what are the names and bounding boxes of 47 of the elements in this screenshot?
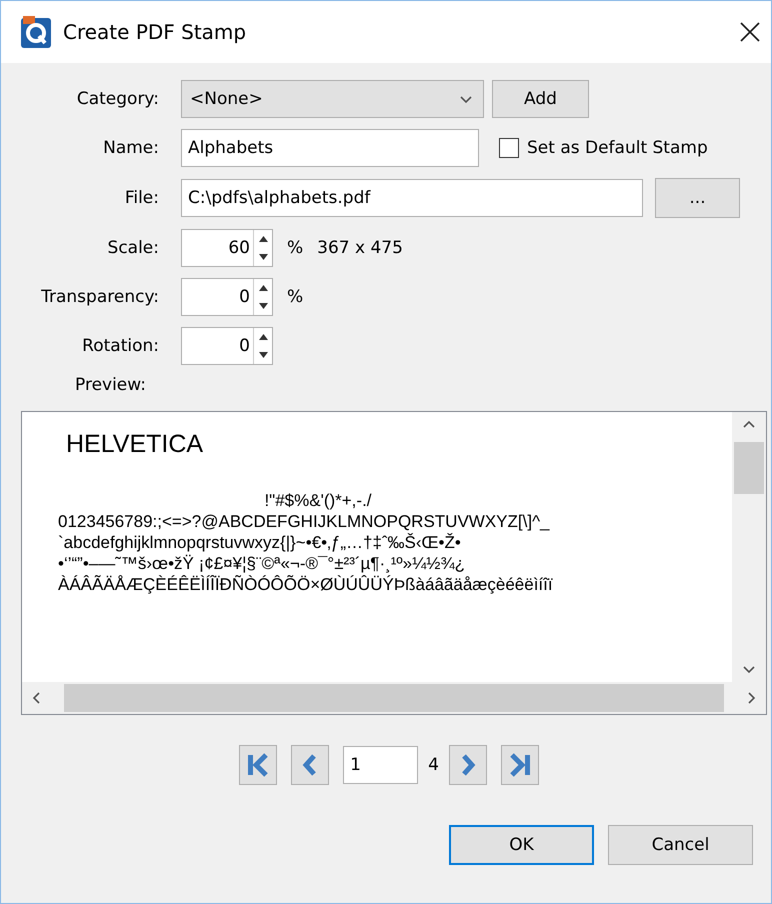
field-label: Scale: xyxy=(106,238,159,258)
vertical-scrollbar[interactable] xyxy=(732,412,766,682)
first-page-button[interactable] xyxy=(239,745,278,785)
character-line: 0123456789:;<=>?@ABCDEFGHIJKLMNOPQRSTUVWXYZ[\]^_ xyxy=(58,511,551,532)
checkbox-label: Set as Default Stamp xyxy=(527,138,708,158)
field-label: Name: xyxy=(102,138,159,158)
scroll-thumb[interactable] xyxy=(734,442,764,494)
close-icon[interactable] xyxy=(739,21,761,43)
scroll-thumb[interactable] xyxy=(64,684,724,712)
app-logo-icon xyxy=(21,16,51,48)
up-arrow-icon[interactable] xyxy=(258,334,268,340)
down-arrow-icon[interactable] xyxy=(258,303,268,309)
preview-label: Preview: xyxy=(75,375,146,395)
field-label: Transparency: xyxy=(40,287,159,307)
page-number-field[interactable]: 1 xyxy=(343,746,418,784)
unit-label: % xyxy=(287,238,304,258)
add-button[interactable]: Add xyxy=(492,80,589,118)
name-field[interactable]: Alphabets xyxy=(181,129,479,167)
preview-heading: HELVETICA xyxy=(66,430,204,460)
file-field[interactable]: C:\pdfs\alphabets.pdf xyxy=(181,179,643,217)
ok-button[interactable]: OK xyxy=(449,825,594,865)
next-page-button[interactable] xyxy=(448,745,487,785)
last-page-button[interactable] xyxy=(500,745,539,785)
up-arrow-icon[interactable] xyxy=(258,285,268,291)
unit-label: % xyxy=(287,287,304,307)
character-line: !"#$%&'()*+,-./ xyxy=(263,490,373,511)
window-title: Create PDF Stamp xyxy=(63,20,248,44)
page-count: 4 xyxy=(428,755,439,775)
down-arrow-icon[interactable] xyxy=(258,254,268,260)
category-dropdown[interactable]: <None> xyxy=(181,80,484,118)
character-line: ÀÁÂÃÄÅÆÇÈÉÊËÌÍÎÏÐÑÒÓÔÕÖ×ØÙÚÛÜÝÞßàáâãäåæçèéêëìíîï xyxy=(58,574,554,595)
horizontal-scrollbar[interactable] xyxy=(22,682,766,714)
dimensions-text: 367 x 475 xyxy=(317,238,403,258)
spin-field[interactable]: 0 xyxy=(181,327,273,365)
spin-field[interactable]: 0 xyxy=(181,278,273,316)
character-line: •‘’“”•–—˜™š›œ•žŸ ¡¢£¤¥¦§¨©ª«¬-®¯°±²³´µ¶·¸¹º»¼½¾¿ xyxy=(58,553,466,574)
down-arrow-icon[interactable] xyxy=(258,352,268,358)
spin-field[interactable]: 60 xyxy=(181,229,273,267)
up-arrow-icon[interactable] xyxy=(258,236,268,242)
browse-button[interactable]: ... xyxy=(655,178,740,218)
character-line: `abcdefghijklmnopqrstuvwxyz{|}~•€•‚ƒ„…†‡ˆ‰Š‹Œ•Ž• xyxy=(58,532,462,553)
field-label: Rotation: xyxy=(81,336,159,356)
previous-page-button[interactable] xyxy=(291,745,330,785)
checkbox[interactable] xyxy=(499,138,519,158)
field-label: File: xyxy=(124,188,159,208)
field-label: Category: xyxy=(76,89,159,109)
cancel-button[interactable]: Cancel xyxy=(608,825,753,865)
